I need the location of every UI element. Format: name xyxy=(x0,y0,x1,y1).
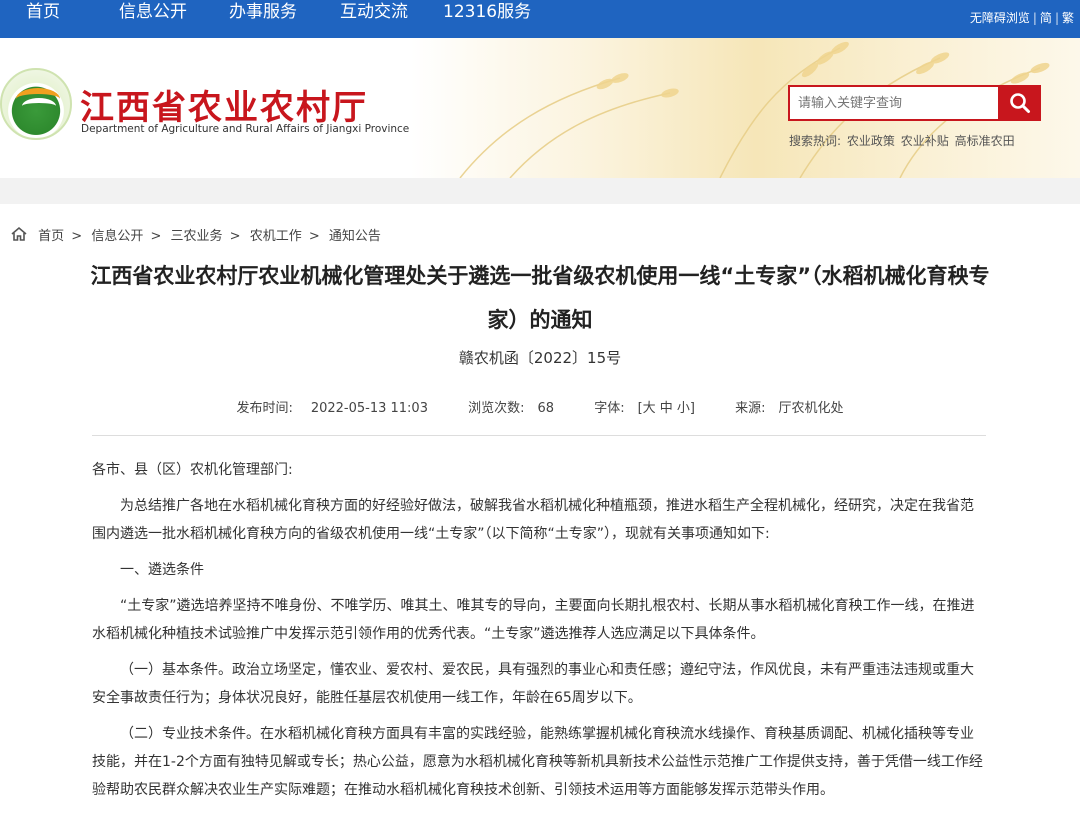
breadcrumb-separator: > xyxy=(146,229,162,244)
source-value: 厅农机化处 xyxy=(778,401,844,416)
separator: | xyxy=(1032,11,1037,25)
breadcrumb-agri-business[interactable]: 三农业务 xyxy=(171,229,223,244)
view-count-value: 68 xyxy=(537,401,555,416)
search-icon xyxy=(1010,93,1030,113)
hot-word-link[interactable]: 农业政策 xyxy=(847,134,895,148)
top-nav-bar: 首页 信息公开 办事服务 互动交流 12316服务 无障碍浏览 | 简 | 繁 xyxy=(0,0,1080,38)
hot-word-link[interactable]: 农业补贴 xyxy=(901,134,949,148)
home-icon xyxy=(11,226,27,241)
header-divider-band xyxy=(0,178,1080,204)
font-size-switch: 字体: [大 中 小] xyxy=(585,401,704,416)
search-box xyxy=(788,85,1000,121)
breadcrumb-notices[interactable]: 通知公告 xyxy=(329,229,381,244)
article-paragraph: （二）专业技术条件。在水稻机械化育秧方面具有丰富的实践经验，能熟练掌握机械化育秧… xyxy=(92,726,983,798)
article-paragraph: （一）基本条件。政治立场坚定，懂农业、爱农村、爱农民，具有强烈的事业心和责任感；… xyxy=(92,662,974,706)
breadcrumb-separator: > xyxy=(225,229,241,244)
traditional-chinese-link[interactable]: 繁 xyxy=(1062,8,1074,28)
article-paragraph: “土专家”遴选培养坚持不唯身份、不唯学历、唯其土、唯其专的导向，主要面向长期扎根… xyxy=(92,598,975,642)
publish-time-value: 2022-05-13 11:03 xyxy=(310,401,428,416)
nav-info-disclosure[interactable]: 信息公开 xyxy=(119,0,187,26)
font-size-label: 字体: xyxy=(594,401,625,416)
document-number: 赣农机函〔2022〕15号 xyxy=(458,349,622,367)
search-input[interactable] xyxy=(790,87,998,119)
simplified-chinese-link[interactable]: 简 xyxy=(1040,8,1052,28)
top-right-links: 无障碍浏览 | 简 | 繁 xyxy=(970,8,1074,28)
nav-12316-service[interactable]: 12316服务 xyxy=(443,0,531,26)
breadcrumb: 首页 > 信息公开 > 三农业务 > 农机工作 > 通知公告 xyxy=(10,226,381,246)
article-section-heading: 一、遴选条件 xyxy=(120,562,204,578)
hot-word-link[interactable]: 高标准农田 xyxy=(955,134,1015,148)
hot-search-words: 搜索热词: 农业政策 农业补贴 高标准农田 xyxy=(789,132,1015,149)
nav-services[interactable]: 办事服务 xyxy=(229,0,297,26)
publish-time-label: 发布时间: xyxy=(236,401,293,416)
site-subtitle: Department of Agriculture and Rural Affa… xyxy=(81,123,410,135)
article-paragraph: 为总结推广各地在水稻机械化育秧方面的好经验好做法，破解我省水稻机械化种植瓶颈，推… xyxy=(92,498,974,542)
article-title: 江西省农业农村厅农业机械化管理处关于遴选一批省级农机使用一线“土专家”（水稻机械… xyxy=(90,264,990,332)
accessibility-link[interactable]: 无障碍浏览 xyxy=(970,8,1030,28)
article-body: 各市、县（区）农机化管理部门: 为总结推广各地在水稻机械化育秧方面的好经验好做法… xyxy=(92,456,986,812)
ministry-logo-icon xyxy=(0,68,72,140)
breadcrumb-separator: > xyxy=(67,229,83,244)
hot-words-label: 搜索热词: xyxy=(789,134,842,148)
search-button[interactable] xyxy=(999,85,1041,121)
publish-time: 发布时间: 2022-05-13 11:03 xyxy=(227,401,437,416)
site-header: 江西省农业农村厅 Department of Agriculture and R… xyxy=(0,38,1080,178)
breadcrumb-info-disclosure[interactable]: 信息公开 xyxy=(91,229,143,244)
nav-home[interactable]: 首页 xyxy=(26,0,60,26)
breadcrumb-home[interactable]: 首页 xyxy=(38,229,64,244)
logo-swoosh-inner xyxy=(22,98,56,114)
site-title: 江西省农业农村厅 xyxy=(80,88,368,128)
breadcrumb-separator: > xyxy=(304,229,320,244)
separator: | xyxy=(1054,11,1059,25)
font-size-options[interactable]: [大 中 小] xyxy=(638,401,695,416)
view-count-label: 浏览次数: xyxy=(468,401,525,416)
view-count: 浏览次数: 68 xyxy=(459,401,563,416)
article-paragraph: 各市、县（区）农机化管理部门: xyxy=(92,462,293,478)
breadcrumb-agri-machinery[interactable]: 农机工作 xyxy=(250,229,302,244)
article-meta: 发布时间: 2022-05-13 11:03 浏览次数: 68 字体: [大 中 小]… xyxy=(0,397,1080,416)
source-label: 来源: xyxy=(735,401,766,416)
nav-interaction[interactable]: 互动交流 xyxy=(340,0,408,26)
article-divider xyxy=(92,435,986,436)
article-source: 来源: 厅农机化处 xyxy=(726,401,852,416)
